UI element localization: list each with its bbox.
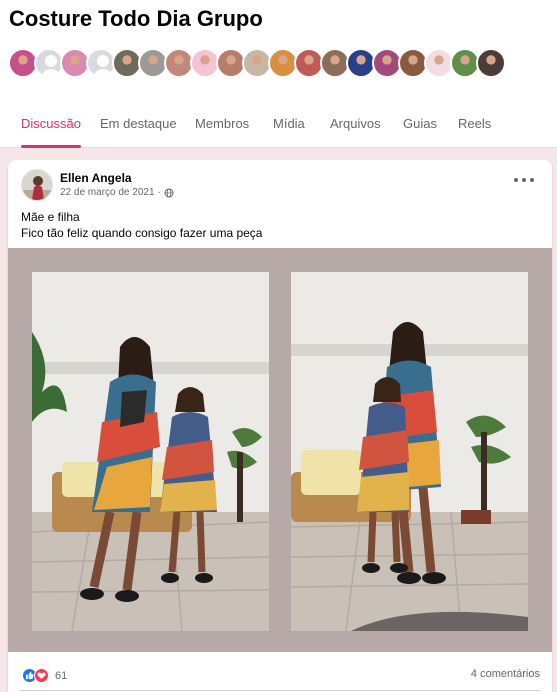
more-dot [530,178,534,182]
post-photo-1[interactable] [32,272,269,631]
globe-icon [164,188,174,197]
author-avatar-photo [22,170,52,200]
divider [20,690,540,691]
member-avatars[interactable] [8,48,506,80]
reactions-count: 61 [55,669,68,682]
love-icon [34,668,49,683]
tab-2[interactable]: Em destaque [100,104,177,148]
post-text: Mãe e filha Fico tão feliz quando consig… [21,209,262,241]
post-date[interactable]: 22 de março de 2021 [60,187,155,198]
more-dot [522,178,526,182]
tab-3[interactable]: Membros [195,104,249,148]
more-options-button[interactable] [514,174,534,186]
post-text-line: Mãe e filha [21,210,80,224]
post-stats: 61 4 comentários [8,660,552,690]
post-photo-2[interactable] [291,272,528,631]
tab-5[interactable]: Arquivos [330,104,381,148]
tab-4[interactable]: Mídia [273,104,305,148]
reactions-summary[interactable]: 61 [22,668,67,683]
comments-count[interactable]: 4 comentários [471,668,540,680]
group-title[interactable]: Costure Todo Dia Grupo [9,6,263,32]
tab-1[interactable]: Discussão [21,104,81,148]
post-media[interactable] [8,248,552,652]
photo-mother-daughter-1 [32,272,269,631]
author-avatar[interactable] [21,169,53,201]
more-dot [514,178,518,182]
group-header: Costure Todo Dia Grupo Discussão Em desta… [0,0,557,148]
post-text-line: Fico tão feliz quando consigo fazer uma … [21,226,263,240]
meta-separator: · [157,187,161,198]
post-card: Ellen Angela 22 de março de 2021 · Mãe e… [8,160,552,692]
post-meta: 22 de março de 2021 · [60,187,174,198]
group-tabs: Discussão Em destaque Membros Mídia Arquivos… [0,104,557,148]
author-name[interactable]: Ellen Angela [60,171,132,185]
tab-6[interactable]: Guias [403,104,437,148]
member-avatar[interactable] [476,48,506,78]
photo-mother-daughter-2 [291,272,528,631]
tab-7[interactable]: Reels [458,104,491,148]
